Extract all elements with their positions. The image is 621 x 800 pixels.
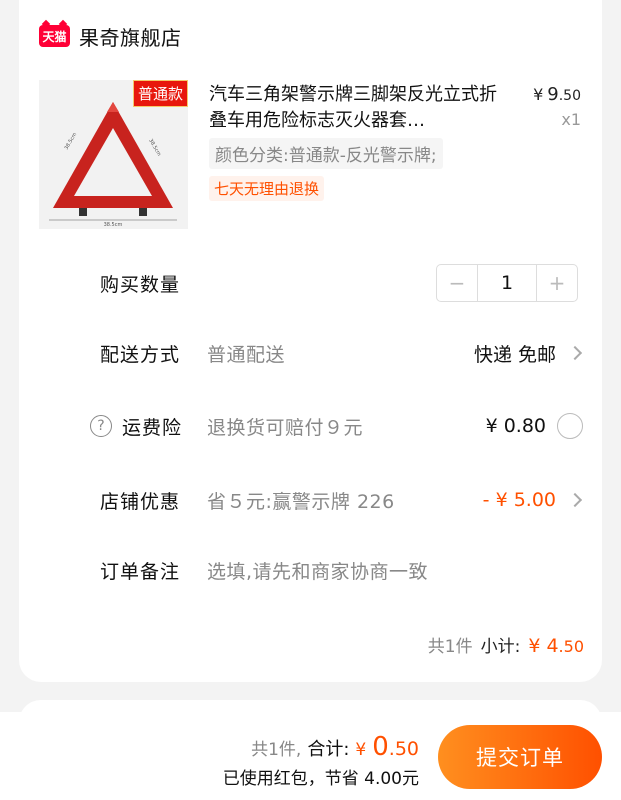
tmall-logo-icon: 天猫 <box>39 25 70 47</box>
note-input[interactable]: 选填,请先和商家协商一致 <box>207 557 428 584</box>
checkout-bar: 共1件, 合计: ¥ 0 .50 已使用红包，节省 4.00元 提交订单 <box>0 712 621 800</box>
total-count: 共1件, <box>251 740 302 760</box>
product-type-tag: 普通款 <box>132 80 188 107</box>
dimension-label-right: 38.5cm <box>147 138 162 157</box>
product-quantity: x1 <box>561 110 581 129</box>
subtotal-count: 共1件 <box>427 637 473 657</box>
insurance-radio[interactable] <box>557 413 583 439</box>
total-dec: .50 <box>388 738 419 760</box>
insurance-label: 运费险 <box>122 416 183 439</box>
total-line: 共1件, 合计: ¥ 0 .50 <box>251 732 419 762</box>
chevron-right-icon <box>567 492 583 508</box>
note-label: 订单备注 <box>100 560 181 583</box>
dimension-label-left: 38.5cm <box>64 132 79 151</box>
discount-desc: 省５元:赢警示牌 226 <box>207 490 395 513</box>
delivery-method: 普通配送 <box>207 343 286 366</box>
decrease-button[interactable]: − <box>437 265 477 301</box>
insurance-desc: 退换货可赔付９元 <box>207 416 364 439</box>
saving-note: 已使用红包，节省 4.00元 <box>222 769 419 789</box>
quantity-value[interactable]: 1 <box>477 265 537 301</box>
submit-order-button[interactable]: 提交订单 <box>438 725 602 789</box>
order-note-row[interactable]: 订单备注 选填,请先和商家协商一致 <box>19 552 602 588</box>
store-header[interactable]: 天猫 果奇旗舰店 <box>39 22 182 50</box>
delivery-value: 快递 免邮 <box>473 343 556 366</box>
product-price: ¥9.50 <box>533 84 581 105</box>
quantity-label: 购买数量 <box>100 273 181 296</box>
store-discount-row[interactable]: 店铺优惠 省５元:赢警示牌 226 - ¥ 5.00 <box>19 482 602 518</box>
total-label: 合计: <box>307 739 350 760</box>
insurance-price: ¥ 0.80 <box>485 415 546 437</box>
help-icon[interactable]: ? <box>90 415 112 437</box>
store-name[interactable]: 果奇旗舰店 <box>79 22 182 51</box>
product-title[interactable]: 汽车三角架警示牌三脚架反光立式折叠车用危险标志灭火器套… <box>209 82 504 134</box>
shipping-insurance-row: ? 运费险 退换货可赔付９元 ¥ 0.80 <box>19 408 602 444</box>
subtotal: 共1件 小计: ¥ 4.50 <box>428 632 584 657</box>
subtotal-amount: ¥ 4.50 <box>528 635 584 657</box>
order-card: 天猫 果奇旗舰店 38.5cm 38.5cm 38.5cm 普通款 汽车三角架警… <box>19 0 602 682</box>
price-int: 9 <box>547 84 559 105</box>
delivery-label: 配送方式 <box>100 343 181 366</box>
price-dec: .50 <box>558 88 581 104</box>
delivery-row[interactable]: 配送方式 普通配送 快递 免邮 <box>19 335 602 371</box>
price-currency: ¥ <box>533 85 544 104</box>
quantity-stepper[interactable]: − 1 + <box>436 264 578 302</box>
total-currency: ¥ <box>355 740 367 760</box>
discount-label: 店铺优惠 <box>100 490 181 513</box>
subtotal-label: 小计: <box>480 637 521 657</box>
increase-button[interactable]: + <box>537 265 577 301</box>
dimension-label-bottom: 38.5cm <box>104 222 123 228</box>
refund-policy-tag: 七天无理由退换 <box>209 176 325 201</box>
product-image[interactable]: 38.5cm 38.5cm 38.5cm 普通款 <box>39 80 188 229</box>
product-variant[interactable]: 颜色分类:普通款-反光警示牌; <box>209 138 443 169</box>
discount-value: - ¥ 5.00 <box>482 489 556 511</box>
chevron-right-icon <box>567 345 583 361</box>
total-int: 0 <box>372 732 389 762</box>
